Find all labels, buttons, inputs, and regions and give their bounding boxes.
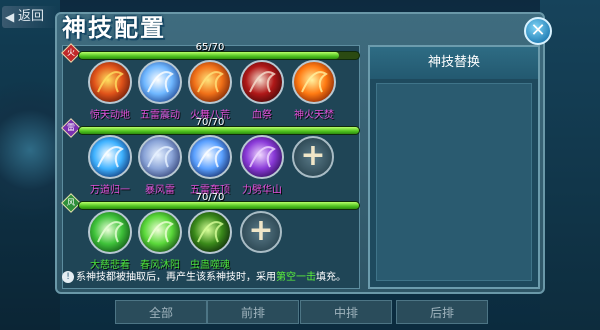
close-button[interactable]: ✕	[524, 17, 552, 45]
plus-icon: +	[300, 138, 326, 173]
skill-replace-title: 神技替换	[370, 47, 538, 79]
skill-slot[interactable]	[292, 60, 336, 104]
note-text-prefix: 系神技都被抽取后，再产生该系神技时，采用	[76, 272, 276, 283]
skill-replace-panel: 神技替换	[368, 45, 540, 289]
progress-text: 70/70	[195, 117, 225, 128]
skill-slot[interactable]	[138, 135, 182, 179]
progress-fill	[79, 202, 359, 209]
skill-slot[interactable]	[88, 60, 132, 104]
skill-slot[interactable]	[240, 135, 284, 179]
back-label: 返回	[18, 9, 45, 24]
skill-slot[interactable]	[240, 60, 284, 104]
add-skill-button[interactable]: +	[292, 136, 334, 178]
element-badge-label: 火	[67, 48, 75, 57]
back-arrow-icon: ◀	[5, 10, 15, 24]
info-note: ! 系神技都被抽取后，再产生该系神技时，采用第空一击填充。	[62, 268, 358, 288]
background-scene-left	[0, 0, 60, 330]
tab-back-row[interactable]: 后排	[396, 300, 488, 324]
progress-fill	[79, 127, 359, 134]
skill-name: 神火天焚	[294, 110, 334, 121]
background-scene-right	[540, 0, 600, 330]
skill-slot[interactable]	[138, 210, 182, 254]
skill-slot[interactable]	[188, 135, 232, 179]
note-highlight: 第空一击	[276, 272, 316, 283]
tab-front-row[interactable]: 前排	[207, 300, 299, 324]
progress-text: 70/70	[195, 192, 225, 203]
element-badge-label: 风	[67, 198, 75, 207]
plus-icon: +	[248, 213, 274, 248]
skill-slot[interactable]	[138, 60, 182, 104]
info-icon: !	[62, 271, 74, 283]
progress-fill	[79, 52, 340, 59]
skill-replace-list[interactable]	[376, 83, 532, 281]
tab-middle-row[interactable]: 中排	[300, 300, 392, 324]
tab-all[interactable]: 全部	[115, 300, 207, 324]
skill-slot[interactable]	[188, 210, 232, 254]
note-text-suffix: 填充。	[316, 272, 346, 283]
progress-text: 65/70	[195, 42, 225, 53]
skill-slot[interactable]	[88, 135, 132, 179]
back-button[interactable]: ◀ 返回	[2, 6, 58, 28]
skill-slot[interactable]	[88, 210, 132, 254]
dialog-title: 神技配置	[62, 14, 166, 42]
element-badge-label: 雷	[67, 123, 75, 132]
add-skill-button[interactable]: +	[240, 211, 282, 253]
skill-slot[interactable]	[188, 60, 232, 104]
